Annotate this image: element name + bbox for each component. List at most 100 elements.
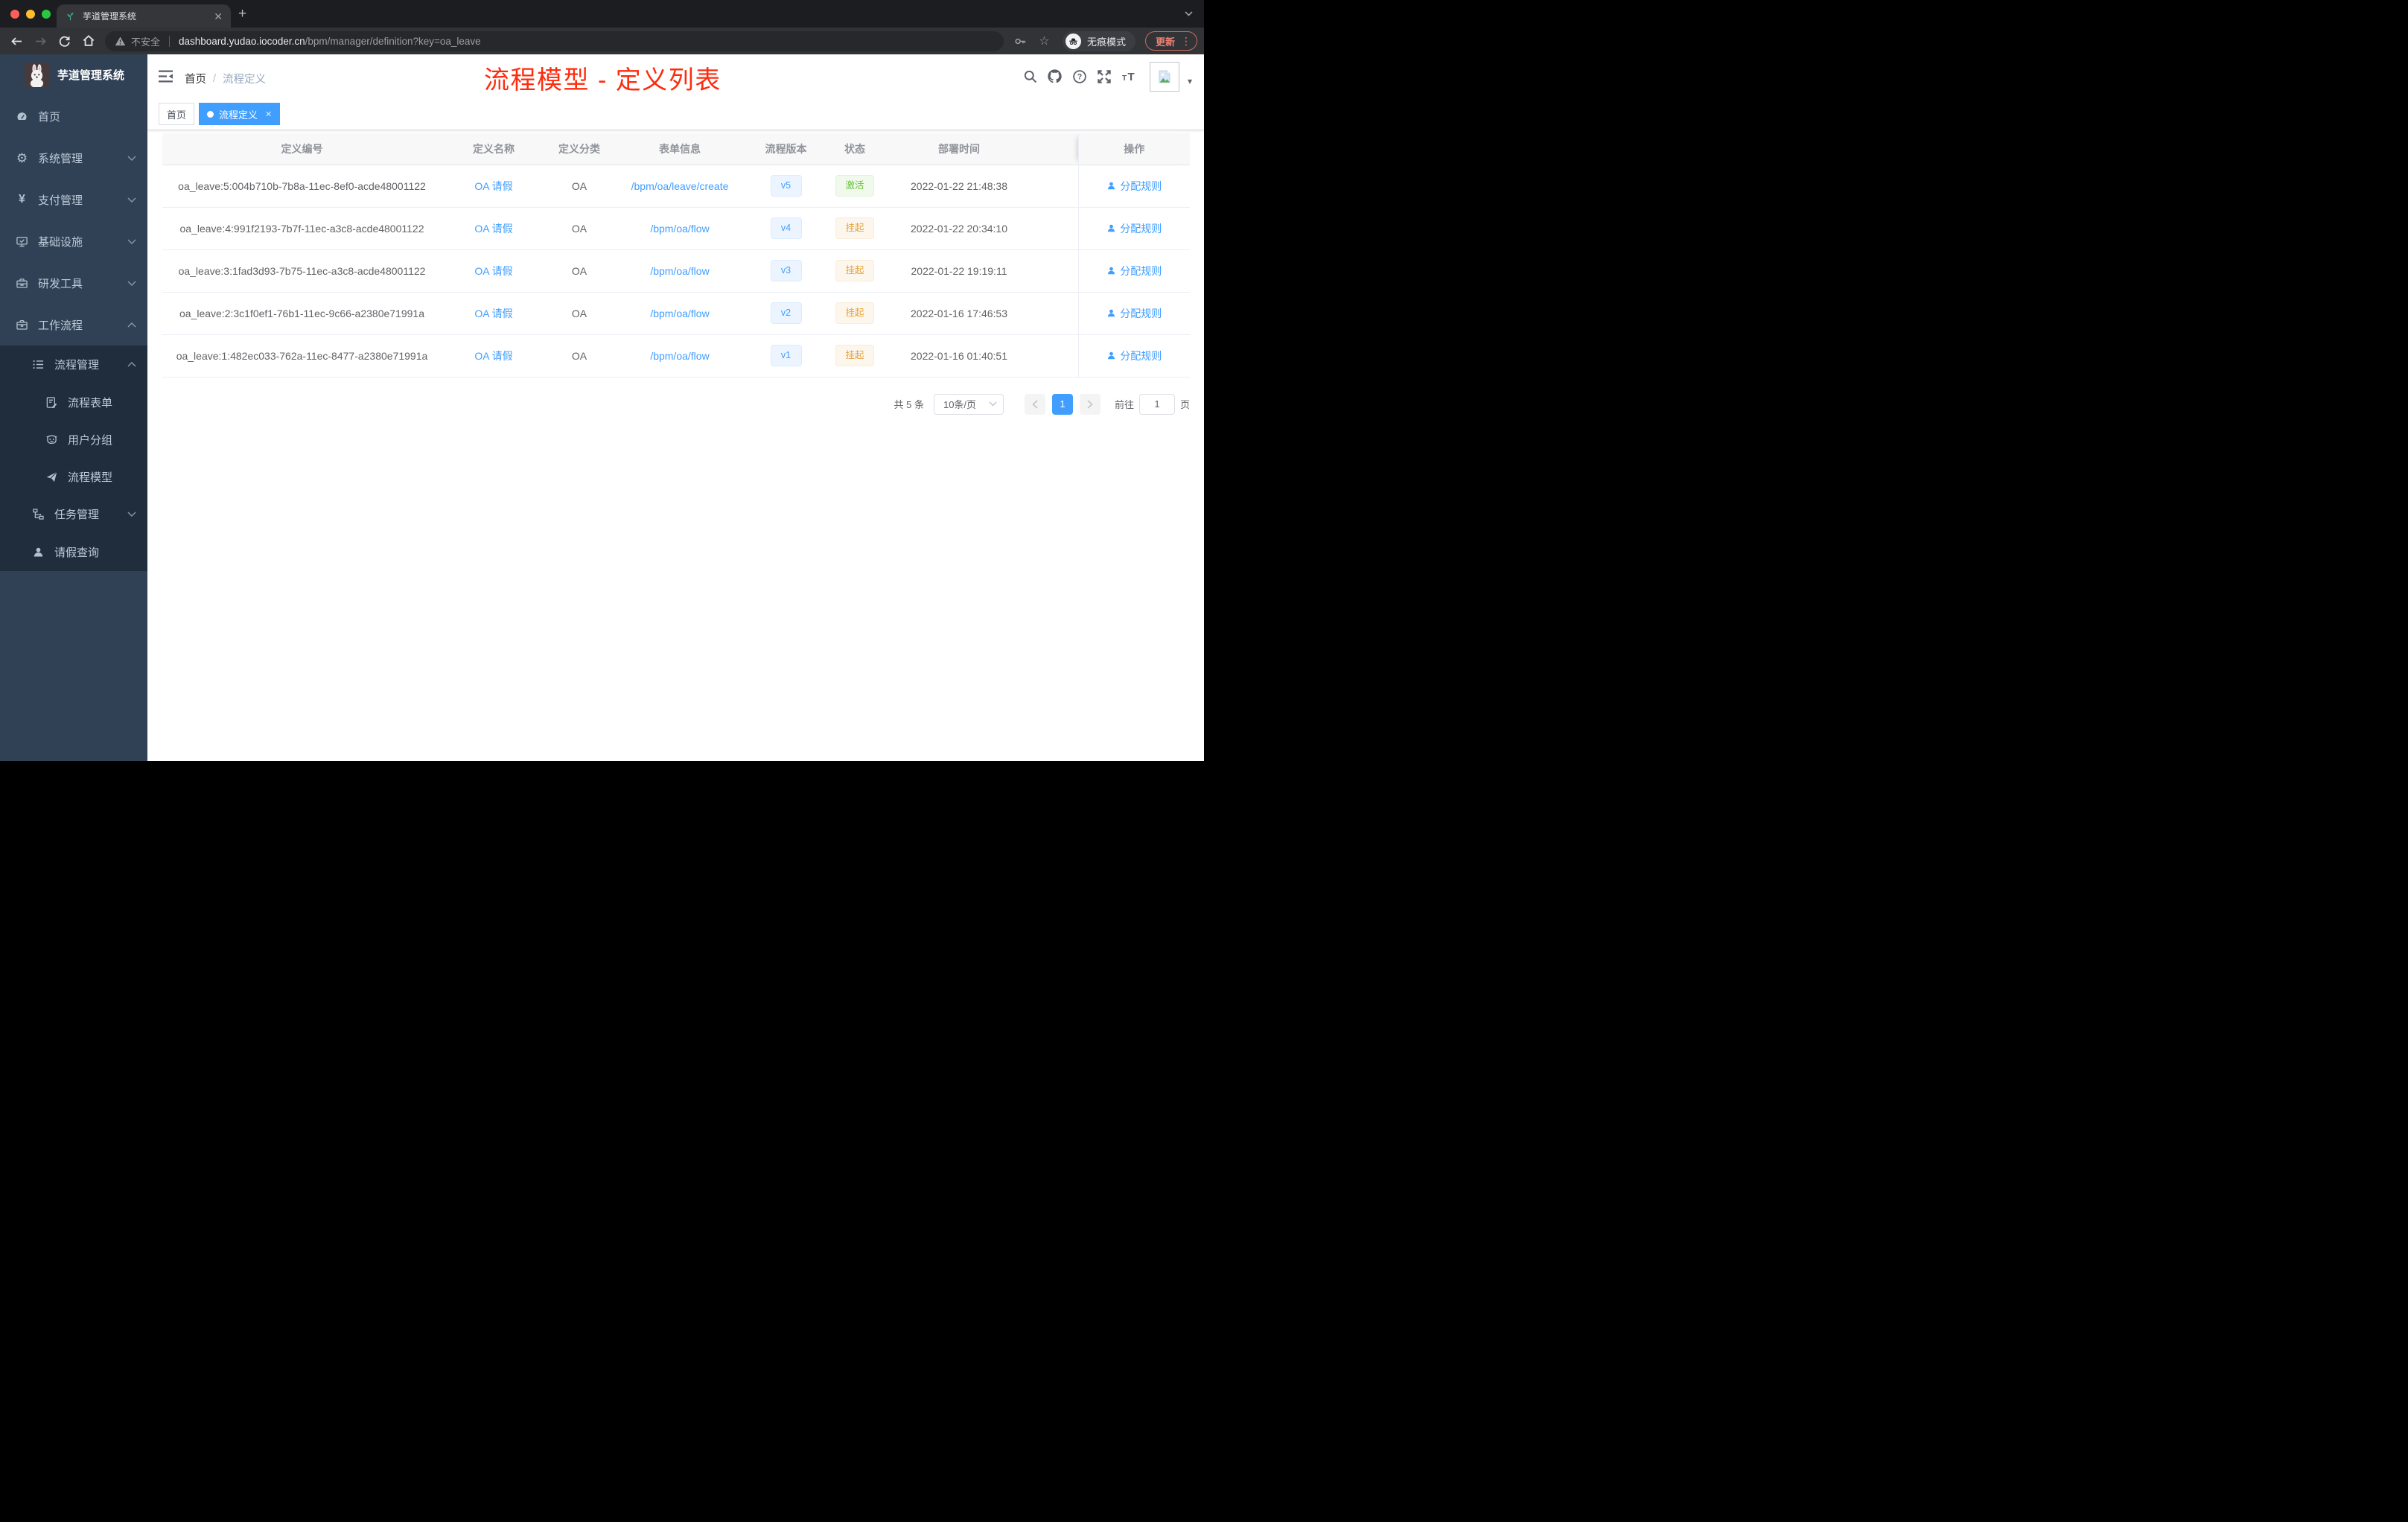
sidebar-item-process-management[interactable]: 流程管理 bbox=[0, 346, 147, 383]
current-page-button[interactable]: 1 bbox=[1051, 393, 1073, 415]
col-process-version: 流程版本 bbox=[747, 133, 825, 165]
avatar[interactable] bbox=[1149, 61, 1179, 92]
paper-plane-icon bbox=[45, 471, 59, 483]
category-cell: OA bbox=[546, 334, 613, 378]
chevron-up-icon bbox=[127, 362, 136, 367]
chevron-down-icon bbox=[127, 197, 136, 203]
form-icon bbox=[45, 396, 59, 409]
next-page-button[interactable] bbox=[1079, 393, 1101, 415]
chevron-down-icon bbox=[127, 239, 136, 244]
url-text[interactable]: dashboard.yudao.iocoder.cn/bpm/manager/d… bbox=[179, 36, 481, 47]
page-size-select[interactable]: 10条/页 bbox=[933, 393, 1004, 415]
top-navbar: 首页 / 流程定义 流程模型 - 定义列表 ? T T ▾ bbox=[147, 54, 1204, 98]
assign-rule-link[interactable]: 分配规则 bbox=[1106, 348, 1162, 363]
incognito-label: 无痕模式 bbox=[1086, 36, 1126, 48]
assign-rule-link[interactable]: 分配规则 bbox=[1106, 264, 1162, 278]
bookmark-star-icon[interactable]: ☆ bbox=[1034, 31, 1054, 51]
sidebar-collapse-icon[interactable] bbox=[159, 70, 173, 83]
form-link[interactable]: /bpm/oa/flow bbox=[650, 308, 709, 319]
table-row: oa_leave:2:3c1f0ef1-76b1-11ec-9c66-a2380… bbox=[162, 292, 1190, 335]
home-icon[interactable] bbox=[78, 31, 98, 51]
breadcrumb-home[interactable]: 首页 bbox=[185, 71, 206, 86]
table-row: oa_leave:4:991f2193-7b7f-11ec-a3c8-acde4… bbox=[162, 207, 1190, 250]
new-tab-button[interactable]: + bbox=[238, 6, 246, 22]
browser-menu-kebab-icon[interactable]: ⋮ bbox=[1181, 35, 1191, 48]
font-size-icon[interactable]: TT bbox=[1121, 70, 1136, 83]
sidebar-item-workflow[interactable]: 工作流程 bbox=[0, 304, 147, 346]
filler-cell bbox=[1033, 249, 1078, 293]
tag-close-icon[interactable]: ✕ bbox=[265, 109, 272, 119]
sidebar-item-user-group[interactable]: 用户分组 bbox=[0, 421, 147, 458]
version-badge: v5 bbox=[770, 175, 802, 197]
goto-page-input[interactable] bbox=[1138, 393, 1175, 415]
form-link[interactable]: /bpm/oa/leave/create bbox=[631, 180, 729, 192]
chevron-down-icon bbox=[127, 512, 136, 517]
sidebar-item-infrastructure[interactable]: 基础设施 bbox=[0, 220, 147, 262]
filler-cell bbox=[1033, 334, 1078, 378]
col-status: 状态 bbox=[825, 133, 885, 165]
browser-tab[interactable]: 芋道管理系统 ✕ bbox=[57, 4, 231, 28]
definition-name-link[interactable]: OA 请假 bbox=[474, 350, 512, 362]
sidebar-menu: 首页 ⚙ 系统管理 ¥ 支付管理 基础设施 研发工具 工作流程 流程管理 流程表… bbox=[0, 95, 147, 571]
avatar-caret-down-icon[interactable]: ▾ bbox=[1188, 76, 1192, 86]
sidebar-logo[interactable]: 芋道管理系统 bbox=[0, 54, 147, 95]
minimize-window-button[interactable] bbox=[26, 10, 35, 19]
help-icon[interactable]: ? bbox=[1072, 69, 1087, 84]
definition-id-cell: oa_leave:4:991f2193-7b7f-11ec-a3c8-acde4… bbox=[162, 207, 442, 250]
category-cell: OA bbox=[546, 292, 613, 335]
update-button[interactable]: 更新 ⋮ bbox=[1144, 31, 1197, 51]
sidebar-item-process-model[interactable]: 流程模型 bbox=[0, 458, 147, 495]
app-frame: 芋道管理系统 首页 ⚙ 系统管理 ¥ 支付管理 基础设施 研发工具 工作流程 流… bbox=[0, 54, 1204, 761]
definition-name-link[interactable]: OA 请假 bbox=[474, 223, 512, 235]
form-link[interactable]: /bpm/oa/flow bbox=[650, 265, 709, 277]
chevron-up-icon bbox=[127, 322, 136, 328]
col-definition-id: 定义编号 bbox=[162, 133, 442, 165]
browser-tab-strip: 芋道管理系统 ✕ + bbox=[0, 0, 1204, 28]
url-divider bbox=[169, 35, 171, 47]
reload-icon[interactable] bbox=[54, 31, 74, 51]
tab-close-icon[interactable]: ✕ bbox=[214, 11, 223, 22]
form-link[interactable]: /bpm/oa/flow bbox=[650, 350, 709, 362]
table-row: oa_leave:5:004b710b-7b8a-11ec-8ef0-acde4… bbox=[162, 165, 1190, 208]
goto-label: 前往 bbox=[1114, 399, 1134, 410]
sidebar-item-leave-query[interactable]: 请假查询 bbox=[0, 533, 147, 571]
fullscreen-icon[interactable] bbox=[1097, 69, 1112, 84]
github-icon[interactable] bbox=[1047, 69, 1063, 84]
browser-toolbar: 不安全 dashboard.yudao.iocoder.cn/bpm/manag… bbox=[0, 28, 1204, 54]
tabstrip-chevron-icon[interactable] bbox=[1185, 11, 1193, 16]
window-controls[interactable] bbox=[10, 10, 51, 19]
tag-process-definition[interactable]: 流程定义 ✕ bbox=[199, 103, 281, 125]
zoom-window-button[interactable] bbox=[42, 10, 51, 19]
address-bar[interactable]: 不安全 dashboard.yudao.iocoder.cn/bpm/manag… bbox=[105, 31, 1004, 51]
password-key-icon[interactable] bbox=[1010, 31, 1031, 51]
col-form-info: 表单信息 bbox=[613, 133, 747, 165]
definition-name-link[interactable]: OA 请假 bbox=[474, 265, 512, 277]
sidebar-item-process-form[interactable]: 流程表单 bbox=[0, 383, 147, 421]
main-area: 首页 / 流程定义 流程模型 - 定义列表 ? T T ▾ 首页 流程定义 ✕ … bbox=[147, 54, 1204, 761]
prev-page-button[interactable] bbox=[1024, 393, 1045, 415]
form-link[interactable]: /bpm/oa/flow bbox=[650, 223, 709, 235]
sidebar-item-dev-tools[interactable]: 研发工具 bbox=[0, 262, 147, 304]
table-row: oa_leave:1:482ec033-762a-11ec-8477-a2380… bbox=[162, 334, 1190, 378]
forward-icon[interactable] bbox=[31, 31, 51, 51]
col-deploy-time: 部署时间 bbox=[885, 133, 1033, 165]
sidebar-item-payment[interactable]: ¥ 支付管理 bbox=[0, 179, 147, 220]
svg-text:T: T bbox=[1122, 74, 1127, 83]
col-definition-name: 定义名称 bbox=[442, 133, 546, 165]
breadcrumb-separator: / bbox=[213, 72, 217, 85]
close-window-button[interactable] bbox=[10, 10, 19, 19]
assign-rule-link[interactable]: 分配规则 bbox=[1106, 179, 1162, 194]
back-icon[interactable] bbox=[7, 31, 27, 51]
assign-rule-link[interactable]: 分配规则 bbox=[1106, 221, 1162, 236]
sidebar-item-system[interactable]: ⚙ 系统管理 bbox=[0, 137, 147, 179]
dashboard-icon bbox=[15, 110, 29, 123]
definition-name-link[interactable]: OA 请假 bbox=[474, 180, 512, 192]
assign-rule-link[interactable]: 分配规则 bbox=[1106, 306, 1162, 321]
robot-icon bbox=[45, 433, 59, 446]
sidebar-item-task-management[interactable]: 任务管理 bbox=[0, 495, 147, 533]
security-label[interactable]: 不安全 bbox=[131, 34, 160, 48]
definition-name-link[interactable]: OA 请假 bbox=[474, 308, 512, 319]
sidebar-item-home[interactable]: 首页 bbox=[0, 95, 147, 137]
search-icon[interactable] bbox=[1023, 69, 1037, 83]
tag-home[interactable]: 首页 bbox=[159, 103, 195, 125]
